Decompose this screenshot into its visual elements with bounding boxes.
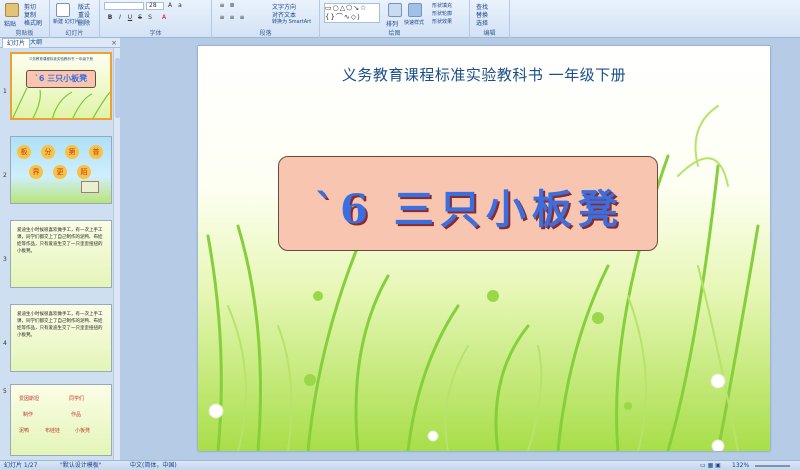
zoom-slider[interactable] (755, 465, 790, 467)
strikethrough-icon[interactable]: S (136, 14, 144, 22)
language-status: 中文(简体，中国) (130, 462, 177, 469)
thumb-2-house (81, 181, 99, 193)
panel-scrollbar[interactable] (113, 48, 120, 460)
thumb-5-word: 小板凳 (75, 428, 91, 434)
quick-styles-icon[interactable] (408, 3, 422, 17)
panel-tabs: 幻灯片 大纲 × (0, 38, 120, 48)
arrange-button[interactable]: 排列 (386, 19, 398, 28)
status-bar: 幻灯片 1/27 "默认设计模板" 中文(简体，中国) ▭ ▦ ▣ 132% (0, 460, 800, 470)
panel-scroll-thumb[interactable] (115, 58, 120, 118)
thumb-5-word: 泥鸭 (19, 428, 30, 434)
shadow-icon[interactable]: S (146, 14, 154, 22)
font-name-select[interactable] (104, 2, 144, 10)
align-right-icon[interactable]: ≡ (238, 14, 246, 22)
slide-thumb-1[interactable]: 义务教育课程标准实验教科书 一年级下册 `6 三只小板凳 (10, 52, 112, 120)
new-slide-button[interactable]: 新建 幻灯片 (53, 18, 80, 25)
thumb-5-word: 爱因斯坦 (19, 396, 40, 402)
slide-thumb-3[interactable]: 爱迪生小时候很喜欢做手工，有一次上手工课，同学们都交上了自己制作的泥鸭、布娃娃等… (10, 220, 112, 288)
paste-button[interactable]: 粘贴 (4, 19, 16, 28)
grow-font-icon[interactable]: A (166, 2, 174, 10)
shrink-font-icon[interactable]: a (176, 2, 184, 10)
thumb-number: 2 (3, 172, 7, 179)
ribbon: 粘贴 剪切 复制 格式刷 剪贴板 新建 幻灯片 版式 重设 删除 幻灯片 28 … (0, 0, 800, 38)
thumb-2-char: 界 (29, 165, 43, 179)
bold-icon[interactable]: B (106, 14, 114, 22)
title-box[interactable]: `6 三只小板凳 (278, 156, 658, 251)
thumb-2-char: 板 (17, 145, 31, 159)
thumb-number: 4 (3, 340, 7, 347)
align-left-icon[interactable]: ≡ (218, 14, 226, 22)
slide-thumb-5[interactable]: 爱因斯坦 同学们 制作 作品 泥鸭 布娃娃 小板凳 (10, 384, 112, 456)
slide-canvas[interactable]: 义务教育课程标准实验教科书 一年级下册 `6 三只小板凳 (198, 46, 770, 451)
slide-count-status: 幻灯片 1/27 (4, 462, 38, 469)
shape-fill-button[interactable]: 形状填充 (432, 2, 452, 9)
thumb-1-title: `6 三只小板凳 (26, 70, 96, 88)
thumb-1-grass (12, 88, 110, 118)
delete-button[interactable]: 删除 (78, 18, 90, 27)
close-icon[interactable]: × (111, 39, 117, 47)
drawing-group-label: 绘图 (388, 30, 401, 37)
quick-styles-button[interactable]: 快速样式 (404, 19, 424, 26)
editing-group: 查找 替换 选择 编辑 (470, 0, 510, 38)
clipboard-group: 粘贴 剪切 复制 格式刷 剪贴板 (0, 0, 50, 38)
slides-group: 新建 幻灯片 版式 重设 删除 幻灯片 (50, 0, 100, 38)
clipboard-group-label: 剪贴板 (15, 30, 34, 37)
italic-icon[interactable]: I (116, 14, 124, 22)
smartart-button[interactable]: 转换为 SmartArt (272, 18, 311, 25)
thumb-number: 3 (3, 256, 7, 263)
slide-thumb-2[interactable]: 板 分 第 普 界 更 陌 (10, 136, 112, 204)
slides-group-label: 幻灯片 (65, 30, 84, 37)
thumb-3-text: 爱迪生小时候很喜欢做手工，有一次上手工课，同学们都交上了自己制作的泥鸭、布娃娃等… (17, 228, 103, 254)
shapes-gallery[interactable]: ▭○△⬠↘☆ {}⌒∿◇⟩ (324, 3, 380, 23)
thumb-2-char: 普 (89, 145, 103, 159)
slide-title[interactable]: `6 三只小板凳 (279, 177, 659, 235)
underline-icon[interactable]: U (126, 14, 134, 22)
thumb-2-char: 第 (65, 145, 79, 159)
arrange-icon[interactable] (388, 3, 402, 17)
format-painter-button[interactable]: 格式刷 (24, 18, 42, 27)
slide-heading[interactable]: 义务教育课程标准实验教科书 一年级下册 (198, 64, 770, 85)
slides-panel: 幻灯片 大纲 × 1 义务教育课程标准实验教科书 一年级下册 `6 三只小板凳 … (0, 38, 120, 460)
font-group-label: 字体 (149, 30, 162, 37)
thumb-1-heading: 义务教育课程标准实验教科书 一年级下册 (28, 57, 94, 61)
font-color-icon[interactable]: A (160, 14, 168, 22)
paragraph-group-label: 段落 (259, 30, 272, 37)
thumb-2-char: 分 (41, 145, 55, 159)
select-button[interactable]: 选择 (476, 18, 488, 27)
thumb-5-word: 布娃娃 (45, 428, 61, 434)
thumb-number: 5 (3, 388, 7, 395)
thumb-2-char: 更 (53, 165, 67, 179)
new-slide-icon[interactable] (56, 3, 70, 17)
tab-outline[interactable]: 大纲 (26, 38, 46, 48)
theme-status: "默认设计模板" (60, 462, 102, 469)
font-group: 28 A a B I U S S A 字体 (100, 0, 212, 38)
thumb-5-word: 制作 (23, 412, 34, 418)
slide-thumb-4[interactable]: 爱迪生小时候很喜欢做手工，有一次上手工课，同学们都交上了自己制作的泥鸭、布娃娃等… (10, 304, 112, 372)
bullets-icon[interactable]: ≡ (218, 2, 226, 10)
thumb-5-word: 同学们 (69, 396, 85, 402)
zoom-level[interactable]: 132% (732, 461, 749, 470)
drawing-group: ▭○△⬠↘☆ {}⌒∿◇⟩ 排列 快速样式 形状填充 形状轮廓 形状效果 绘图 (320, 0, 470, 38)
shape-effects-button[interactable]: 形状效果 (432, 18, 452, 25)
thumb-2-char: 陌 (77, 165, 91, 179)
thumb-number: 1 (3, 88, 7, 95)
paragraph-group: ≡ ≣ ≡ ≡ ≡ 文字方向 对齐文本 转换为 SmartArt 段落 (212, 0, 320, 38)
editing-group-label: 编辑 (483, 30, 496, 37)
view-buttons[interactable]: ▭ ▦ ▣ (700, 461, 721, 470)
align-center-icon[interactable]: ≡ (228, 14, 236, 22)
numbering-icon[interactable]: ≣ (228, 2, 236, 10)
font-size-select[interactable]: 28 (146, 2, 164, 10)
paste-icon[interactable] (5, 3, 19, 17)
thumb-4-text: 爱迪生小时候很喜欢做手工，有一次上手工课，同学们都交上了自己制作的泥鸭、布娃娃等… (17, 312, 103, 338)
thumb-5-word: 作品 (71, 412, 82, 418)
shape-outline-button[interactable]: 形状轮廓 (432, 10, 452, 17)
